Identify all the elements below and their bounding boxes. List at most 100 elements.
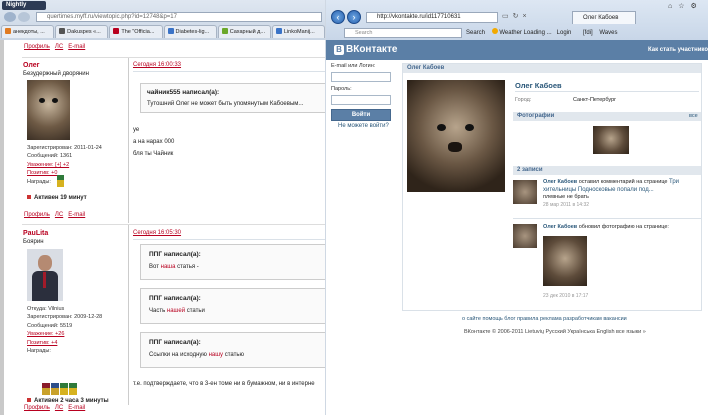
meta-registered: Зарегистрирован: 2009-12-28 [27, 314, 103, 321]
toolbar-search[interactable]: Search [466, 30, 485, 36]
address-actions: ▭↻× [502, 12, 568, 23]
join-link[interactable]: Как стать участнико [648, 47, 708, 53]
profile-header: Олег Кабоев [403, 64, 701, 73]
name-divider [515, 91, 699, 92]
login-input[interactable] [331, 72, 391, 82]
meta-positive[interactable]: Позитив: +0 [27, 169, 127, 177]
author-rank: Боярин [23, 239, 44, 245]
left-browser-window: Nightly quertimes.myff.ru/viewtopic.php?… [0, 0, 325, 415]
wall-post-2: Олег Кабоев обновил фотографию на страни… [543, 224, 669, 230]
photos-header[interactable]: Фотографии [513, 112, 701, 121]
forward-icon[interactable] [18, 12, 30, 22]
author-name[interactable]: Олег [23, 62, 40, 69]
profile-photo[interactable] [407, 80, 505, 192]
vk-logo[interactable]: B ВКонтакте [334, 45, 397, 55]
toolbar-waves[interactable]: Waves [599, 30, 617, 36]
nightly-menu-button[interactable]: Nightly [2, 1, 46, 10]
quote-block: ППГ написал(а): Ссылки на исходную нашу … [140, 332, 325, 368]
profile-link[interactable]: Профиль [24, 212, 50, 218]
browser-tab[interactable]: LinkoManij... [271, 25, 325, 38]
back-icon[interactable] [4, 12, 16, 22]
footer-links[interactable]: о сайте помощь блог правила реклама разр… [462, 316, 627, 322]
wall-avatar[interactable] [513, 224, 537, 248]
city-value[interactable]: Санкт-Петербург [573, 97, 616, 103]
browser-tab[interactable]: Diabetes-lig... [163, 25, 217, 38]
award-medal-icon [57, 175, 64, 187]
profile-link[interactable]: Профиль [24, 44, 50, 50]
meta-awards: Награды: [27, 348, 51, 355]
stop-icon[interactable]: × [523, 13, 531, 20]
quote-link[interactable]: наша [161, 264, 176, 270]
quote-link[interactable]: нашей [167, 308, 185, 314]
login-button[interactable]: Войти [331, 109, 391, 121]
post-links-bottom: Профиль ЛС E-mail [24, 405, 85, 411]
award-medal-icon [51, 383, 59, 395]
wall-date[interactable]: 23 дек 2010 в 17:17 [543, 293, 588, 299]
browser-tab[interactable]: Dakuspes «... [55, 25, 109, 38]
meta-positive[interactable]: Позитив: +4 [27, 339, 127, 347]
tab-strip: анекдоты, ... Dakuspes «... The "Officia..… [0, 25, 325, 39]
post-date[interactable]: Сегодня 16:05:30 [133, 230, 181, 236]
quote-link[interactable]: нашу [209, 352, 223, 358]
author-rank: Безудержный дворянин [23, 71, 89, 77]
browser-tab[interactable]: анекдоты, ... [1, 25, 55, 38]
address-bar[interactable]: http://vkontakte.ru/id117710631 [366, 12, 498, 23]
photo-thumbnail[interactable] [593, 126, 629, 154]
wall-author[interactable]: Олег Кабоев [543, 224, 577, 230]
tab-label: анекдоты, ... [13, 29, 45, 35]
meta-posts: Сообщений: 1361 [27, 153, 73, 160]
pm-link[interactable]: ЛС [55, 44, 63, 50]
wall-header: 2 записи [513, 166, 701, 175]
meta-awards: Награды: [27, 178, 51, 185]
avatar [27, 249, 63, 301]
tab-label: Сахарный д... [229, 29, 265, 35]
refresh-icon[interactable]: ↻ [513, 13, 523, 20]
forgot-link[interactable]: Не можете войти? [338, 123, 389, 129]
photos-all-link[interactable]: все [689, 112, 698, 121]
wall-photo[interactable] [543, 236, 587, 286]
address-bar[interactable]: quertimes.myff.ru/viewtopic.php?id=12748… [36, 12, 322, 22]
pm-link[interactable]: ЛС [55, 212, 63, 218]
award-medal-icon [69, 383, 77, 395]
meta-respect[interactable]: Уважение: +26 [27, 330, 127, 338]
toolbar-weather[interactable]: Weather Loading ... [499, 30, 551, 36]
wall-author[interactable]: Олег Кабоев [543, 179, 577, 185]
compat-icon[interactable]: ▭ [502, 13, 513, 20]
browser-tab[interactable]: Сахарный д... [217, 25, 271, 38]
search-input[interactable]: Search [344, 28, 462, 38]
post-date[interactable]: Сегодня 16:00:33 [133, 62, 181, 68]
password-input[interactable] [331, 95, 391, 105]
pm-link[interactable]: ЛС [55, 405, 63, 411]
left-browser-chrome: Nightly quertimes.myff.ru/viewtopic.php?… [0, 0, 325, 40]
post-line: бля ты Чайник [133, 151, 174, 157]
wall-date[interactable]: 28 мар 2011 в 14:32 [543, 202, 589, 208]
back-icon[interactable]: ‹ [331, 10, 345, 24]
wall-divider [513, 218, 701, 219]
profile-link[interactable]: Профиль [24, 405, 50, 411]
window-controls[interactable]: ⌂☆⚙ [668, 2, 703, 10]
meta-respect[interactable]: Уважение: [+] +2 [27, 161, 127, 169]
address-text: http://vkontakte.ru/id117710631 [377, 14, 461, 20]
forum-post-2: PauLita Боярин Откуда: Vilnius Зарегистр… [22, 224, 325, 405]
wall-post-1: Олег Кабоев оставил комментарий на стран… [543, 179, 680, 208]
email-link[interactable]: E-mail [68, 44, 85, 50]
post-links-mid: Профиль ЛС E-mail [24, 212, 85, 218]
forward-icon[interactable]: › [347, 10, 361, 24]
profile-name: Олег Кабоев [515, 81, 562, 90]
toolbar-login[interactable]: Login [557, 30, 572, 36]
email-link[interactable]: E-mail [68, 212, 85, 218]
favicon-icon [275, 28, 282, 34]
author-name[interactable]: PauLita [23, 230, 48, 237]
wall-avatar[interactable] [513, 180, 537, 204]
meta-location: Откуда: Vilnius [27, 306, 65, 312]
profile-panel: Олег Кабоев Олег Кабоев Город: Санкт-Пет… [402, 63, 702, 311]
browser-tab[interactable]: The "Officia... [109, 25, 163, 38]
email-link[interactable]: E-mail [68, 405, 85, 411]
vk-logo-icon: B [334, 45, 344, 55]
tab-profile[interactable]: Олег Кабоев [572, 11, 636, 24]
toolbar-fdi[interactable]: [fdi] [583, 30, 593, 36]
password-label: Пароль: [331, 86, 352, 92]
quote-header: ППГ написал(а): [149, 251, 201, 258]
post-text: т.е. подтверждаете, что в 3-ен томе ни в… [133, 381, 315, 387]
forum-content: Профиль ЛС E-mail Олег Безудержный дворя… [0, 40, 325, 415]
